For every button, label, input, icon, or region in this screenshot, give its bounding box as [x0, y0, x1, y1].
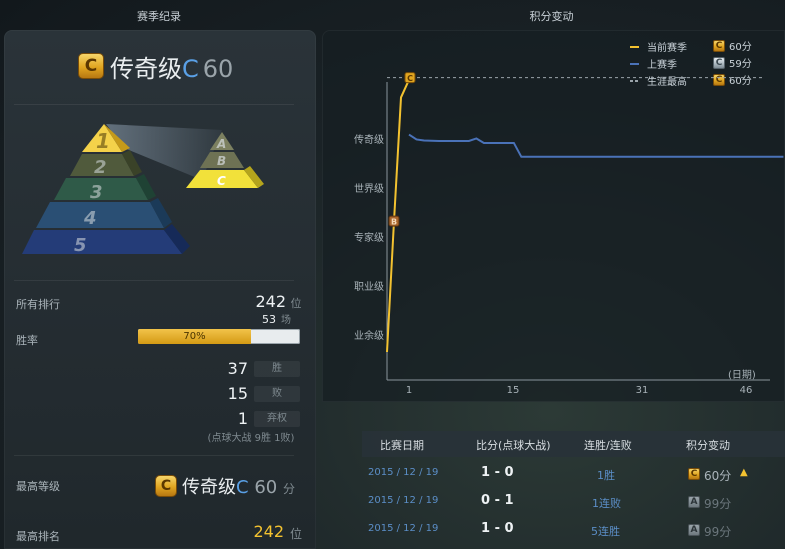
- arrow-up-icon: ▲: [740, 467, 748, 478]
- match-streak: 1连败: [592, 497, 621, 510]
- col-points: 积分变动: [686, 439, 730, 452]
- col-streak: 连胜/连败: [584, 439, 632, 452]
- match-points: 99分: [704, 497, 732, 511]
- match-date: 2015 / 12 / 19: [368, 467, 439, 478]
- match-points: 60分: [704, 469, 732, 483]
- tier-a-icon: A: [688, 496, 700, 508]
- match-score: 1 - 0: [481, 465, 514, 480]
- match-streak: 5连胜: [591, 525, 620, 538]
- col-date: 比赛日期: [380, 439, 424, 452]
- match-date: 2015 / 12 / 19: [368, 495, 439, 506]
- match-points: 99分: [704, 525, 732, 539]
- series-marker-label: B: [391, 218, 397, 227]
- table-row[interactable]: 2015 / 12 / 19 1 - 0 1胜 C 60分 ▲: [362, 460, 785, 488]
- tier-a-icon: A: [688, 524, 700, 536]
- match-date: 2015 / 12 / 19: [368, 523, 439, 534]
- match-score: 0 - 1: [481, 493, 514, 508]
- match-streak: 1胜: [597, 469, 615, 482]
- series-marker-label: C: [407, 74, 413, 83]
- series-line-current: [386, 77, 411, 353]
- match-score: 1 - 0: [481, 521, 514, 536]
- match-table-header: 比赛日期 比分(点球大战) 连胜/连败 积分变动: [362, 431, 785, 457]
- series-line-last: [408, 133, 784, 158]
- table-row[interactable]: 2015 / 12 / 19 1 - 0 5连胜 A 99分: [362, 516, 785, 544]
- table-row[interactable]: 2015 / 12 / 19 0 - 1 1连败 A 99分: [362, 488, 785, 516]
- tier-c-icon: C: [688, 468, 700, 480]
- col-score: 比分(点球大战): [476, 439, 551, 452]
